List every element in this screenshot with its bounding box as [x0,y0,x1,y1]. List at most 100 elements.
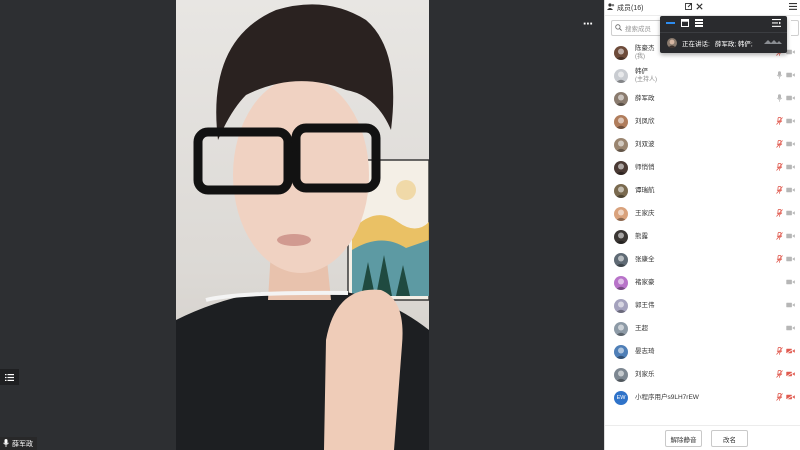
member-row[interactable]: 晏志琦 [605,340,800,363]
mic-muted-icon[interactable] [776,116,783,127]
camera-icon[interactable] [786,302,795,310]
camera-icon[interactable] [786,279,795,287]
member-name: 薛军政 [635,94,655,102]
member-row[interactable]: 郭王伟 [605,294,800,317]
avatar [614,91,628,106]
camera-icon[interactable] [786,233,795,241]
mic-muted-icon[interactable] [776,254,783,265]
camera-icon[interactable] [786,118,795,126]
lips [277,234,311,246]
mic-muted-icon[interactable] [776,208,783,219]
hamburger-menu-icon[interactable] [789,3,797,12]
speaking-popup: 正在讲话: 薛军政; 韩俨; [660,16,787,53]
member-name-block: 小程序用户s9LH7rEW [635,394,699,402]
panel-header: 成员(16) [605,0,800,16]
member-name-block: 韩俨 (主持人) [635,68,657,84]
more-options-icon[interactable]: ⋯ [580,20,596,34]
member-row[interactable]: 张康全 [605,248,800,271]
camera-icon[interactable] [786,95,795,103]
popout-icon[interactable] [685,3,693,12]
mic-muted-icon[interactable] [776,346,783,357]
mic-icon[interactable] [776,70,783,81]
mic-muted-icon[interactable] [776,392,783,403]
member-name: 张康全 [635,255,655,263]
gallery-view-icon[interactable] [681,19,689,29]
member-name: 韩俨 [635,67,648,75]
signal-strength-icon [764,38,782,48]
camera-icon[interactable] [786,210,795,218]
camera-icon[interactable] [786,256,795,264]
speaker-view-icon[interactable] [666,20,675,28]
list-view-icon[interactable] [0,369,19,385]
rename-button[interactable]: 改名 [711,430,748,447]
collapse-panel-icon[interactable] [772,19,781,29]
camera-icon[interactable] [786,164,795,172]
camera-icon[interactable] [786,141,795,149]
member-name: 陈豪杰 [635,44,655,52]
member-name: 晏志琦 [635,347,655,355]
members-icon [607,3,615,12]
speaking-names: 薛军政; 韩俨; [714,41,753,48]
member-search-input[interactable]: 搜索成员 [611,20,667,36]
members-panel: 成员(16) 搜索成员 陈豪杰 (我) 韩俨 (主持人) 薛军政 刘凤欣 刘双波 师悄悄 谭瑞航… [604,0,800,450]
panel-title: 成员(16) [607,3,643,13]
camera-icon[interactable] [786,325,795,333]
member-name-block: 刘家乐 [635,371,655,379]
member-name: 熊露 [635,232,648,240]
camera-icon[interactable] [786,49,795,57]
member-row[interactable]: 王家庆 [605,202,800,225]
member-name: 小程序用户s9LH7rEW [635,393,699,401]
close-icon[interactable] [696,3,704,12]
member-row[interactable]: 熊露 [605,225,800,248]
member-name: 王超 [635,324,648,332]
member-row[interactable]: 师悄悄 [605,156,800,179]
member-row[interactable]: EW 小程序用户s9LH7rEW [605,386,800,409]
member-name-block: 薛军政 [635,95,655,103]
mic-muted-icon[interactable] [776,162,783,173]
camera-icon[interactable] [786,187,795,195]
member-name-block: 郭王伟 [635,302,655,310]
search-icon [615,23,622,33]
avatar [614,298,628,313]
video-stage: ⋯ 薛军政 [0,0,604,450]
mic-muted-icon[interactable] [776,369,783,380]
mic-muted-icon[interactable] [776,139,783,150]
member-row[interactable]: 刘凤欣 [605,110,800,133]
avatar [614,206,628,221]
avatar [614,45,628,60]
member-row[interactable]: 王超 [605,317,800,340]
avatar: EW [614,390,628,405]
speaker-name: 薛军政 [12,440,33,448]
member-role: (主持人) [635,76,657,83]
camera-muted-icon[interactable] [786,393,795,402]
unmute-all-button[interactable]: 解除静音 [665,430,702,447]
search-placeholder: 搜索成员 [625,26,651,33]
video-frame-illustration [176,4,429,450]
avatar [614,252,628,267]
avatar [614,183,628,198]
member-row[interactable]: 薛军政 [605,87,800,110]
avatar [614,114,628,129]
participant-video[interactable] [176,0,429,450]
popup-toolbar [660,16,787,33]
mic-icon[interactable] [776,93,783,104]
mic-muted-icon[interactable] [776,185,783,196]
mic-muted-icon[interactable] [776,231,783,242]
avatar [614,229,628,244]
member-name-block: 师悄悄 [635,164,655,172]
avatar [614,367,628,382]
avatar [614,344,628,359]
member-name: 郭王伟 [635,301,655,309]
member-row[interactable]: 韩俨 (主持人) [605,64,800,87]
camera-muted-icon[interactable] [786,347,795,356]
member-name: 王家庆 [635,209,655,217]
member-row[interactable]: 谭瑞航 [605,179,800,202]
camera-icon[interactable] [786,72,795,80]
camera-muted-icon[interactable] [786,370,795,379]
member-row[interactable]: 刘双波 [605,133,800,156]
member-row[interactable]: 刘家乐 [605,363,800,386]
list-layout-icon[interactable] [695,19,703,29]
hand [324,289,403,450]
speaking-row: 正在讲话: 薛军政; 韩俨; [660,33,787,53]
member-row[interactable]: 褚家豪 [605,271,800,294]
